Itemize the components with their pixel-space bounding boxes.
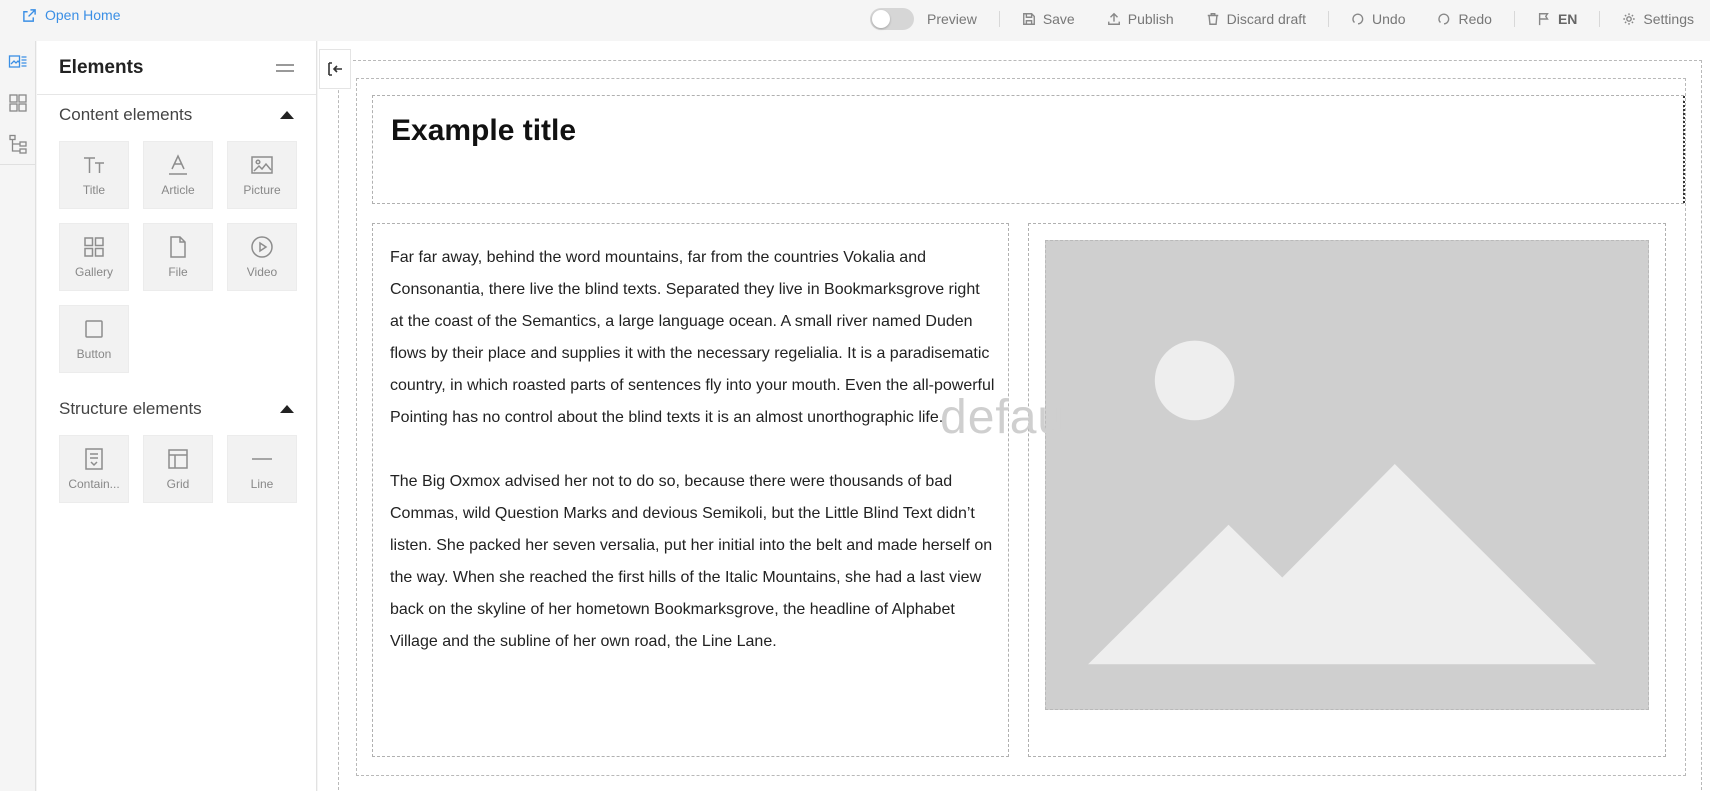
element-line[interactable]: Line	[227, 435, 297, 503]
drag-handle-icon[interactable]	[276, 62, 294, 74]
caret-up-icon	[280, 111, 294, 119]
panel-header: Elements	[37, 41, 316, 95]
gallery-icon	[84, 237, 104, 257]
flag-icon	[1538, 13, 1549, 26]
preview-label: Preview	[927, 11, 977, 27]
discard-label: Discard draft	[1226, 11, 1307, 27]
rail-elements-button[interactable]	[0, 41, 36, 82]
tile-label: Contain...	[68, 477, 120, 491]
language-selector[interactable]: EN	[1521, 11, 1593, 27]
settings-label: Settings	[1643, 11, 1694, 27]
element-video[interactable]: Video	[227, 223, 297, 291]
tile-label: Video	[246, 265, 278, 279]
left-rail	[0, 41, 36, 791]
element-title[interactable]: Title	[59, 141, 129, 209]
panel-title: Elements	[59, 56, 144, 78]
save-button[interactable]: Save	[1006, 11, 1091, 27]
elements-panel: Elements Content elements Title Article …	[37, 41, 317, 791]
language-label: EN	[1557, 11, 1578, 27]
content-elements-title: Content elements	[59, 105, 193, 124]
preview-toggle[interactable]: Preview	[854, 8, 993, 30]
external-link-icon	[23, 8, 36, 22]
container-icon	[85, 448, 103, 470]
undo-label: Undo	[1372, 11, 1406, 27]
tile-label: Title	[82, 183, 106, 197]
tile-label: Gallery	[74, 265, 113, 279]
top-bar: Open Home Preview Save Publish Discard d…	[0, 0, 1710, 38]
undo-icon	[1352, 13, 1364, 25]
toolbar-divider	[1328, 11, 1330, 27]
button-icon	[85, 320, 103, 338]
tile-label: Grid	[166, 477, 190, 491]
element-button[interactable]: Button	[59, 305, 129, 373]
structure-tree-icon	[9, 134, 27, 154]
structure-elements-header[interactable]: Structure elements	[37, 389, 316, 429]
discard-draft-button[interactable]: Discard draft	[1190, 11, 1322, 27]
element-file[interactable]: File	[143, 223, 213, 291]
element-picture[interactable]: Picture	[227, 141, 297, 209]
rail-layout-button[interactable]	[0, 82, 36, 123]
tile-label: Article	[161, 183, 195, 197]
open-home-link[interactable]: Open Home	[22, 7, 120, 23]
save-label: Save	[1042, 11, 1075, 27]
element-gallery[interactable]: Gallery	[59, 223, 129, 291]
element-article[interactable]: Article	[143, 141, 213, 209]
collapse-left-icon	[328, 62, 342, 76]
play-circle-icon	[251, 236, 273, 258]
text-format-icon	[169, 154, 187, 175]
structure-elements-list: Contain... Grid Line	[37, 429, 316, 519]
tile-label: Picture	[243, 183, 281, 197]
collapse-panel-button[interactable]	[319, 49, 351, 89]
toolbar-divider	[1513, 11, 1515, 27]
preview-switch[interactable]	[870, 8, 915, 30]
toolbar-divider	[998, 11, 1000, 27]
image-icon	[251, 156, 273, 174]
publish-button[interactable]: Publish	[1091, 11, 1190, 27]
grid-layout-icon	[9, 93, 27, 112]
rail-group	[0, 41, 35, 165]
article-text[interactable]: Far far away, behind the word mountains,…	[390, 242, 995, 690]
save-icon	[1022, 13, 1035, 25]
caret-up-icon	[280, 405, 294, 413]
content-elements-header[interactable]: Content elements	[37, 95, 316, 135]
rail-structure-button[interactable]	[0, 123, 36, 164]
text-size-icon	[84, 157, 104, 173]
image-placeholder-icon	[1045, 240, 1649, 710]
settings-button[interactable]: Settings	[1606, 11, 1710, 27]
toolbar-divider	[1599, 11, 1601, 27]
tile-label: Line	[250, 477, 274, 491]
element-container[interactable]: Contain...	[59, 435, 129, 503]
open-home-label: Open Home	[45, 7, 121, 23]
tile-label: File	[168, 265, 188, 279]
structure-elements-title: Structure elements	[59, 399, 202, 418]
trash-icon	[1207, 13, 1218, 25]
undo-button[interactable]: Undo	[1335, 11, 1421, 27]
article-block[interactable]: Far far away, behind the word mountains,…	[372, 223, 1009, 757]
element-grid[interactable]: Grid	[143, 435, 213, 503]
article-paragraph: The Big Oxmox advised her not to do so, …	[390, 473, 993, 650]
page-title[interactable]: Example title	[391, 114, 576, 148]
publish-label: Publish	[1127, 11, 1174, 27]
line-icon	[252, 458, 272, 460]
elements-panel-icon	[8, 54, 27, 68]
gear-icon	[1623, 13, 1636, 25]
picture-frame[interactable]	[1045, 240, 1649, 710]
title-block[interactable]: Example title	[372, 95, 1685, 204]
toolbar: Preview Save Publish Discard draft Undo …	[854, 0, 1710, 38]
picture-block[interactable]	[1028, 223, 1666, 757]
article-paragraph: Far far away, behind the word mountains,…	[390, 249, 995, 426]
redo-icon	[1438, 13, 1450, 25]
file-icon	[170, 236, 186, 258]
tile-label: Button	[76, 347, 112, 361]
content-elements-list: Title Article Picture Gallery File Video…	[37, 135, 316, 389]
redo-label: Redo	[1458, 11, 1492, 27]
redo-button[interactable]: Redo	[1421, 11, 1507, 27]
upload-icon	[1107, 12, 1120, 25]
grid-icon	[168, 449, 188, 469]
